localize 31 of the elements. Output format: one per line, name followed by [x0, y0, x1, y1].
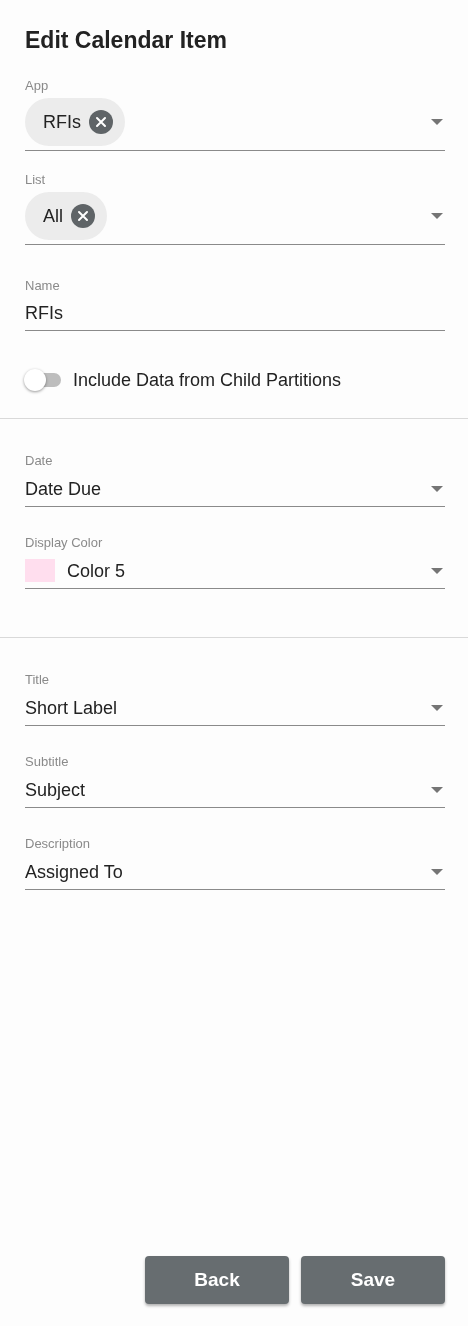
action-button[interactable]: Back [145, 1256, 289, 1304]
select-field[interactable]: Assigned To [25, 858, 445, 890]
dropdown-caret-icon[interactable] [431, 485, 443, 492]
action-button[interactable]: Save [301, 1256, 445, 1304]
field-label: Name [25, 278, 61, 294]
toggle-label: Include Data from Child Partitions [73, 368, 342, 392]
field-label: Display Color [25, 535, 104, 551]
chip-label: RFIs [43, 110, 81, 134]
dropdown-caret-icon[interactable] [431, 119, 443, 125]
name-field[interactable]: RFIs [25, 300, 445, 331]
field-label: Subtitle [25, 754, 70, 770]
page-title: Edit Calendar Item [25, 26, 228, 54]
dropdown-caret-icon[interactable] [431, 786, 443, 793]
field-label: Description [25, 836, 92, 852]
select-field[interactable]: Subject [25, 776, 445, 808]
dropdown-caret-icon[interactable] [431, 213, 443, 219]
remove-chip-icon[interactable] [71, 204, 95, 228]
dropdown-caret-icon[interactable] [431, 567, 443, 574]
chip-select-field[interactable]: All [25, 192, 445, 245]
select-field[interactable]: Short Label [25, 694, 445, 726]
remove-chip-icon[interactable] [89, 110, 113, 134]
field-label: List [25, 172, 47, 188]
dropdown-caret-icon[interactable] [431, 704, 443, 711]
field-label: Date [25, 453, 54, 469]
field-label: Title [25, 672, 51, 688]
select-field[interactable]: Date Due [25, 475, 445, 507]
select-field[interactable]: Color 5 [25, 557, 445, 589]
dropdown-caret-icon[interactable] [431, 868, 443, 875]
chip-select-field[interactable]: RFIs [25, 98, 445, 151]
field-label: App [25, 78, 50, 94]
chip-label: All [43, 204, 63, 228]
